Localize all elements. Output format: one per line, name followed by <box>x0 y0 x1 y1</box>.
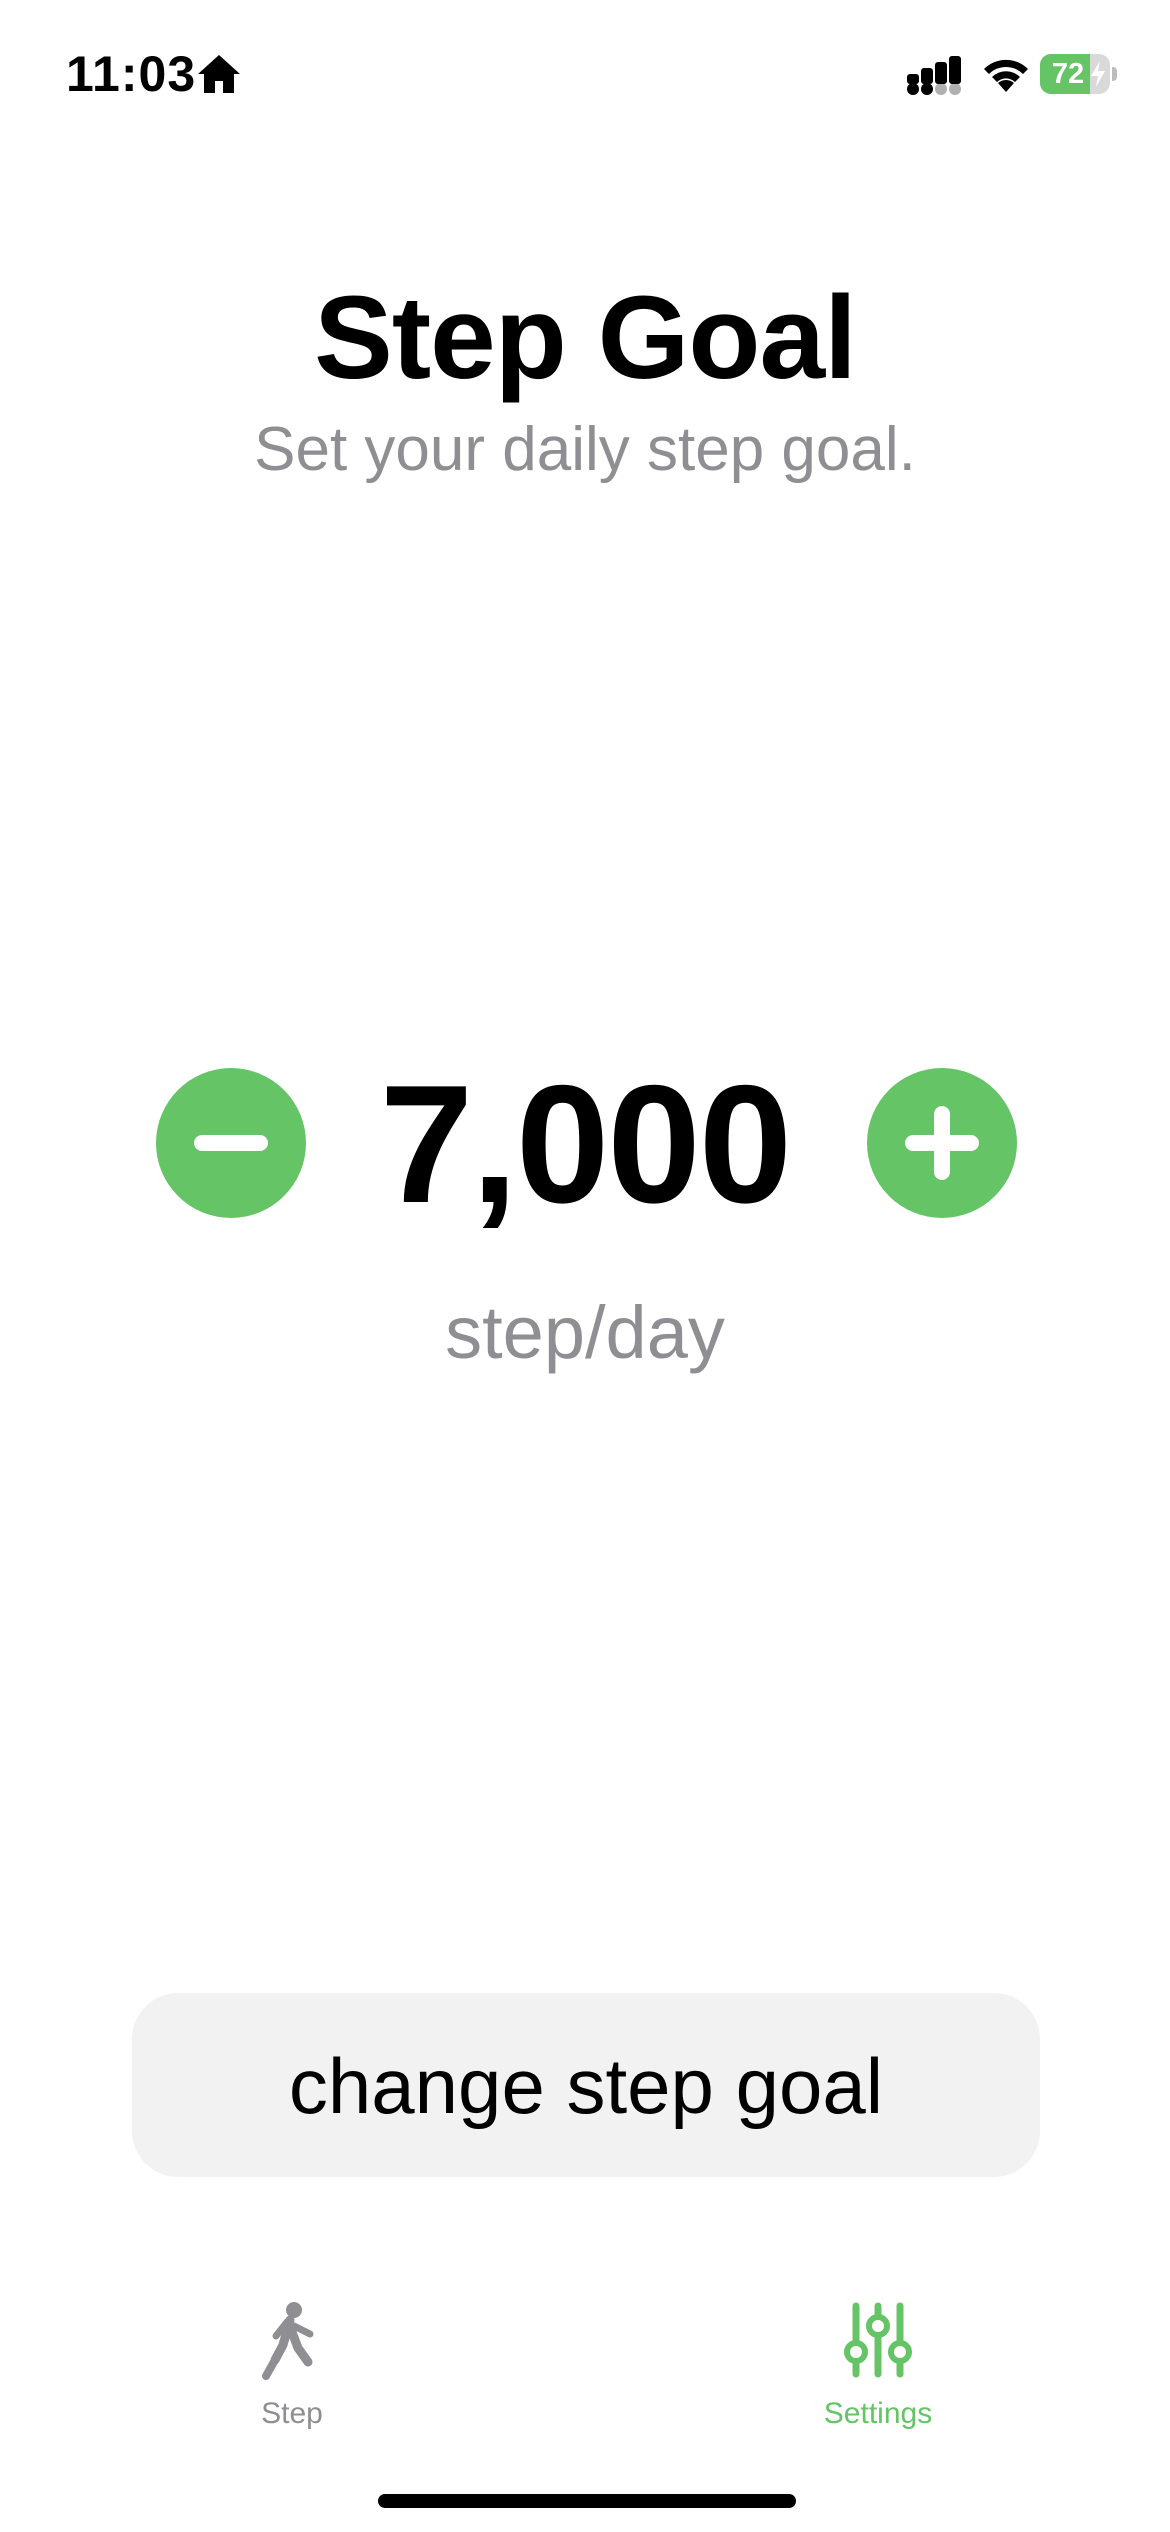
tab-settings[interactable]: Settings <box>768 2290 988 2450</box>
home-icon <box>198 55 240 93</box>
step-goal-unit: step/day <box>445 1291 725 1374</box>
sliders-icon <box>844 2302 912 2378</box>
battery-indicator: 72 <box>1040 54 1117 94</box>
step-goal-value: 7,000 <box>379 1050 792 1238</box>
change-step-goal-button[interactable]: change step goal <box>132 1993 1040 2177</box>
page-subtitle: Set your daily step goal. <box>254 415 916 484</box>
minus-icon <box>194 1135 268 1151</box>
walking-figure-icon <box>262 2302 314 2380</box>
status-time: 11:03 <box>66 46 197 102</box>
tab-step[interactable]: Step <box>182 2290 402 2450</box>
page-title: Step Goal <box>314 272 857 404</box>
charging-bolt-icon <box>1091 61 1105 87</box>
home-indicator[interactable] <box>378 2494 796 2508</box>
plus-icon <box>905 1106 979 1180</box>
decrement-button[interactable] <box>156 1068 306 1218</box>
status-bar: 11:03 72 <box>0 0 1170 150</box>
tab-step-label: Step <box>261 2397 323 2430</box>
increment-button[interactable] <box>867 1068 1017 1218</box>
tab-settings-label: Settings <box>823 2397 933 2430</box>
signal-icon <box>907 56 961 95</box>
wifi-icon <box>984 59 1028 92</box>
battery-level: 72 <box>1051 58 1085 90</box>
